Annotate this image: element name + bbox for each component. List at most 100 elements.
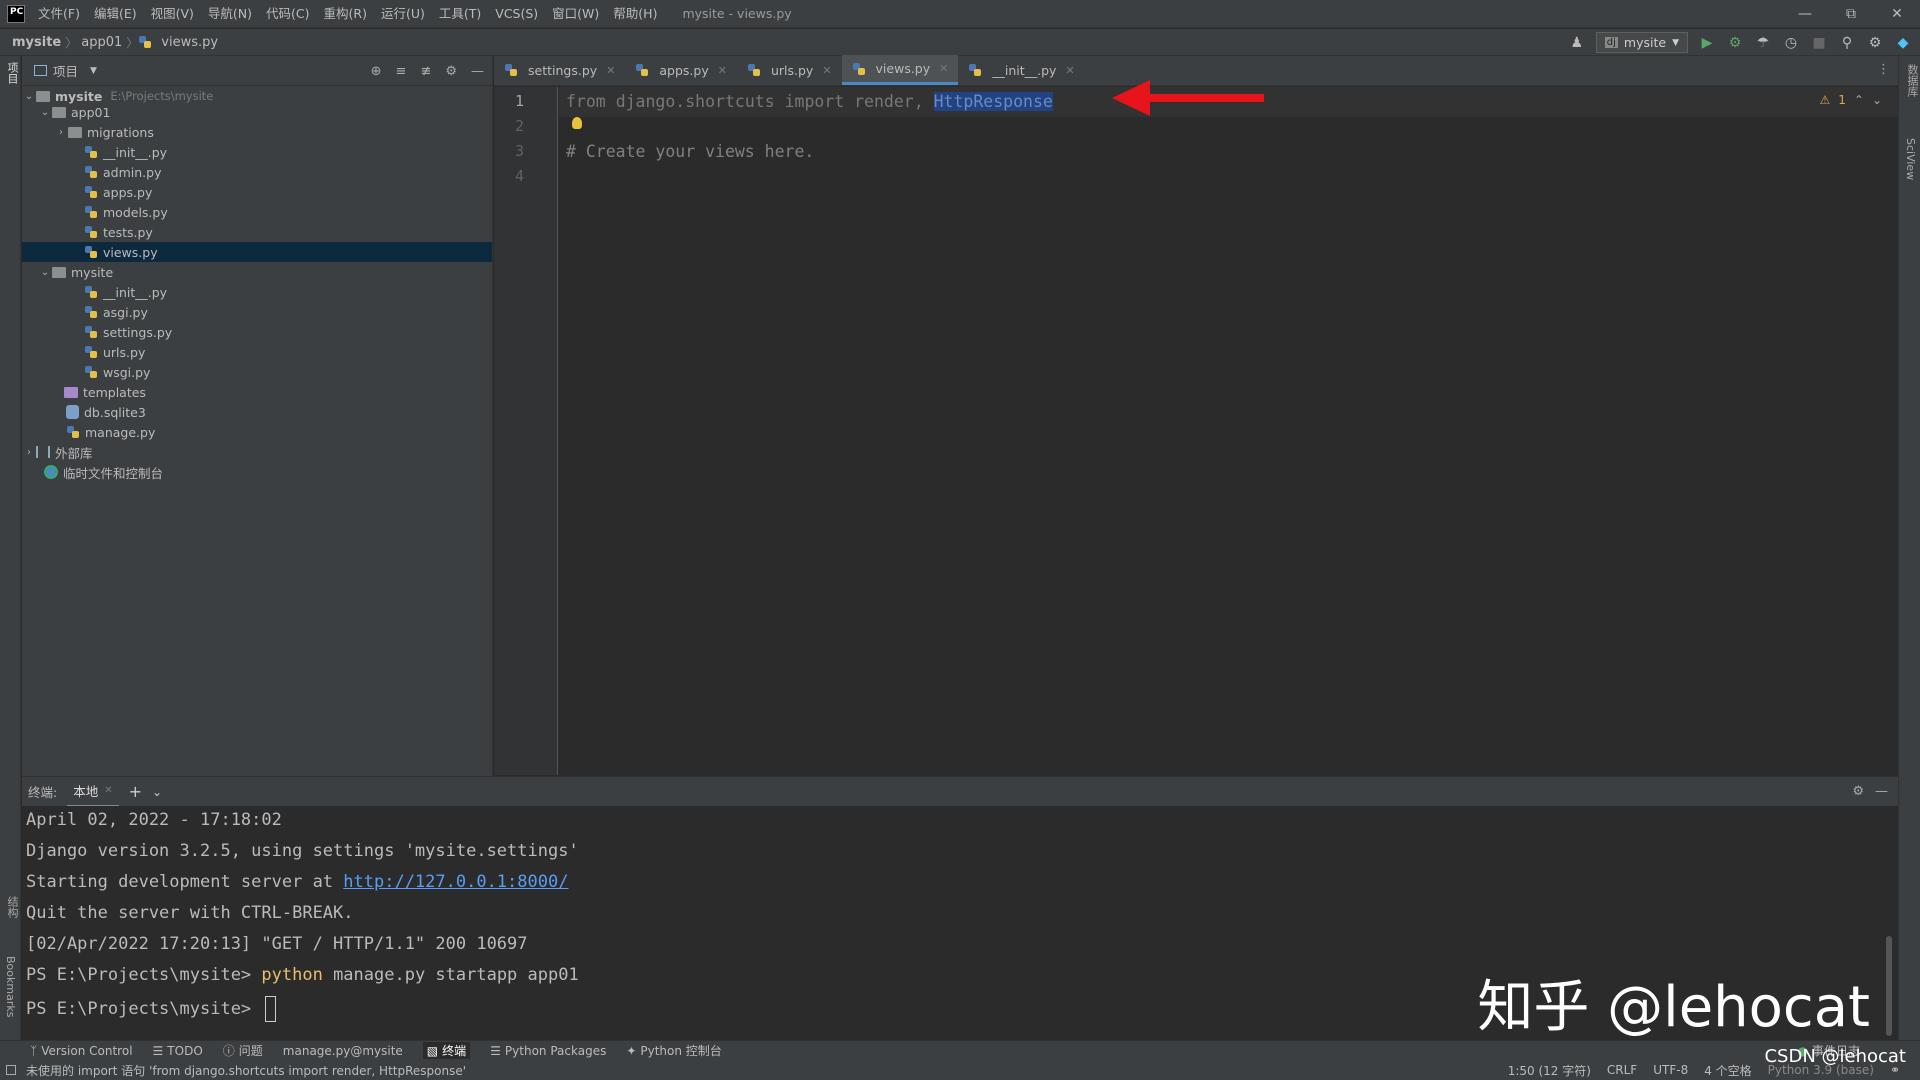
tool-terminal[interactable]: ▧ 终端 (422, 1042, 471, 1059)
menu-view[interactable]: 视图(V) (144, 0, 201, 28)
menu-refactor[interactable]: 重构(R) (317, 0, 374, 28)
debug-icon[interactable]: ⚙ (1726, 34, 1744, 52)
expand-all-icon[interactable]: ≡ (396, 64, 407, 79)
profile-icon[interactable]: ◷ (1782, 34, 1800, 52)
menu-file[interactable]: 文件(F) (31, 0, 87, 28)
tree-item-file[interactable]: models.py (84, 202, 168, 222)
inspection-widget[interactable]: ⚠ 1 ⌃ ⌄ (1819, 93, 1882, 107)
stripe-project-tab[interactable]: 项目 (4, 62, 20, 84)
chevron-down-icon[interactable]: ▼ (90, 66, 97, 76)
tree-item-templates[interactable]: templates (64, 382, 146, 402)
close-tab-icon[interactable]: ✕ (822, 64, 831, 77)
tree-item-mysite[interactable]: ⌄ mysite (38, 262, 113, 282)
gear-icon[interactable]: ⚙ (445, 64, 457, 79)
tree-item-file[interactable]: manage.py (66, 422, 155, 442)
menu-window[interactable]: 窗口(W) (545, 0, 606, 28)
tree-item-file[interactable]: admin.py (84, 162, 161, 182)
project-panel-title[interactable]: 项目 (53, 61, 78, 80)
coverage-icon[interactable]: ☂ (1754, 34, 1772, 52)
breadcrumb-file[interactable]: views.py (157, 35, 222, 50)
update-icon[interactable]: ◆ (1894, 34, 1912, 52)
hide-panel-icon[interactable]: — (1875, 784, 1888, 799)
tool-manage-py[interactable]: manage.py@mysite (283, 1044, 403, 1058)
tree-item-scratches[interactable]: 临时文件和控制台 (44, 462, 163, 482)
selected-httpresponse[interactable]: HttpResponse (933, 92, 1053, 111)
code-line-1[interactable]: from django.shortcuts import render, Htt… (566, 92, 1053, 111)
tree-item-file[interactable]: urls.py (84, 342, 145, 362)
stripe-structure-tab[interactable]: 结构 (4, 896, 20, 918)
code-editor[interactable]: 1 2 3 4 from django.shortcuts import ren… (494, 87, 1898, 775)
add-terminal-icon[interactable]: + (129, 782, 142, 801)
run-icon[interactable]: ▶ (1698, 34, 1716, 52)
chevron-down-icon[interactable]: ⌄ (152, 785, 162, 799)
close-tab-icon[interactable]: ✕ (1065, 64, 1074, 77)
chevron-down-icon[interactable]: ⌄ (1872, 93, 1882, 107)
tool-python-console[interactable]: ✦ Python 控制台 (626, 1042, 721, 1059)
terminal-tab-local[interactable]: 本地 ✕ (67, 777, 119, 807)
chevron-right-icon[interactable]: › (22, 447, 36, 458)
close-tab-icon[interactable]: ✕ (718, 64, 727, 77)
tree-item-file[interactable]: apps.py (84, 182, 152, 202)
close-tab-icon[interactable]: ✕ (939, 62, 948, 75)
search-icon[interactable]: ⚲ (1838, 34, 1856, 52)
menu-tools[interactable]: 工具(T) (432, 0, 488, 28)
user-icon[interactable]: ♟ (1568, 34, 1586, 52)
menu-navigate[interactable]: 导航(N) (201, 0, 259, 28)
tab-views-py[interactable]: views.py ✕ (841, 55, 959, 85)
line-separator[interactable]: CRLF (1607, 1063, 1637, 1077)
tab-settings-py[interactable]: settings.py ✕ (494, 55, 625, 85)
chevron-down-icon[interactable]: ⌄ (38, 267, 52, 278)
stripe-bookmarks-tab[interactable]: Bookmarks (4, 956, 17, 1017)
tool-python-packages[interactable]: ☰ Python Packages (490, 1044, 606, 1058)
more-tabs-icon[interactable]: ⋮ (1877, 62, 1890, 77)
settings-gear-icon[interactable]: ⚙ (1866, 34, 1884, 52)
file-encoding[interactable]: UTF-8 (1653, 1063, 1688, 1077)
tab-apps-py[interactable]: apps.py ✕ (625, 55, 737, 85)
tree-item-app01[interactable]: ⌄ app01 (38, 102, 111, 122)
menu-run[interactable]: 运行(U) (374, 0, 432, 28)
stripe-database-tab[interactable]: 数据库 (1904, 64, 1920, 97)
tab-init-py[interactable]: __init__.py ✕ (958, 55, 1084, 85)
menu-help[interactable]: 帮助(H) (606, 0, 664, 28)
status-toggle-icon[interactable] (6, 1065, 16, 1075)
run-config-select[interactable]: dj mysite ▼ (1595, 32, 1688, 53)
tab-urls-py[interactable]: urls.py ✕ (737, 55, 842, 85)
stop-icon[interactable]: ■ (1810, 34, 1828, 52)
collapse-all-icon[interactable]: ≢ (420, 64, 431, 79)
chevron-right-icon[interactable]: › (54, 127, 68, 138)
caret-position[interactable]: 1:50 (12 字符) (1508, 1062, 1591, 1079)
tree-item-file[interactable]: wsgi.py (84, 362, 150, 382)
stripe-sciview-tab[interactable]: SciView (1904, 138, 1917, 180)
server-link[interactable]: http://127.0.0.1:8000/ (343, 872, 568, 892)
terminal-scrollbar[interactable] (1886, 936, 1892, 1036)
gear-icon[interactable]: ⚙ (1852, 784, 1864, 799)
tree-item-file[interactable]: db.sqlite3 (66, 402, 146, 422)
tree-item-views-selected[interactable]: views.py (22, 242, 492, 262)
close-tab-icon[interactable]: ✕ (606, 64, 615, 77)
tree-item-migrations[interactable]: › migrations (54, 122, 154, 142)
menu-vcs[interactable]: VCS(S) (488, 0, 545, 28)
chevron-up-icon[interactable]: ⌃ (1854, 93, 1864, 107)
tree-item-external-libraries[interactable]: › 外部库 (22, 442, 93, 462)
lightbulb-icon[interactable] (572, 117, 582, 129)
tree-item-file[interactable]: __init__.py (84, 142, 167, 162)
locate-icon[interactable]: ⊕ (371, 64, 382, 79)
minimize-button[interactable]: — (1782, 0, 1828, 28)
close-window-button[interactable]: ✕ (1874, 0, 1920, 28)
chevron-down-icon[interactable]: ⌄ (38, 107, 52, 118)
code-line-3[interactable]: # Create your views here. (566, 142, 814, 161)
tool-todo[interactable]: ☰ TODO (153, 1044, 203, 1058)
hide-panel-icon[interactable]: — (471, 64, 484, 79)
chevron-down-icon[interactable]: ⌄ (22, 91, 36, 102)
tree-item-file[interactable]: tests.py (84, 222, 153, 242)
breadcrumb-folder[interactable]: app01 (77, 35, 126, 50)
tree-item-file[interactable]: settings.py (84, 322, 172, 342)
menu-code[interactable]: 代码(C) (259, 0, 316, 28)
tree-item-file[interactable]: asgi.py (84, 302, 148, 322)
terminal-line[interactable]: PS E:\Projects\mysite> (26, 996, 277, 1022)
breadcrumb-project[interactable]: mysite (8, 35, 65, 50)
menu-edit[interactable]: 编辑(E) (87, 0, 144, 28)
close-tab-icon[interactable]: ✕ (104, 785, 112, 796)
indent-setting[interactable]: 4 个空格 (1704, 1062, 1751, 1079)
tool-version-control[interactable]: ᛉ Version Control (30, 1044, 133, 1058)
